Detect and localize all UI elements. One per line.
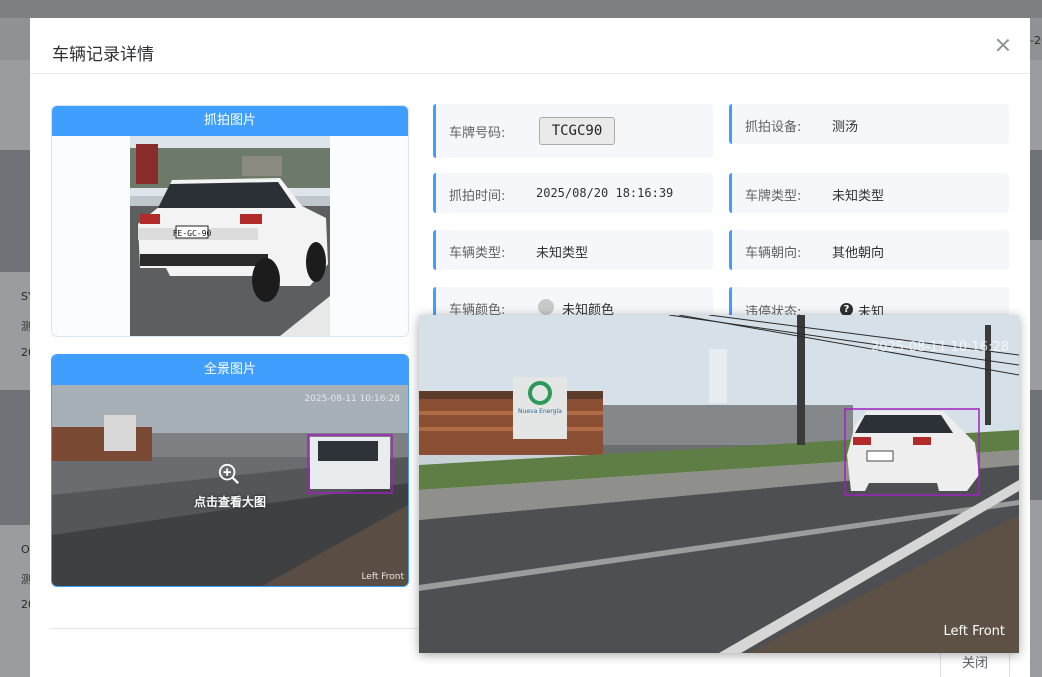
background-thumbnail: [0, 150, 30, 272]
zoom-timestamp: 2025-08-11 10:16:28: [871, 340, 1009, 355]
background-text: O: [21, 543, 30, 556]
dialog-title: 车辆记录详情: [52, 45, 154, 65]
capture-plate-text: FE-GC-90: [173, 229, 212, 238]
info-vehicle-direction: 车辆朝向: 其他朝向: [729, 230, 1009, 270]
background-thumbnail: [1030, 390, 1042, 500]
zoom-camera-label: Left Front: [944, 624, 1005, 639]
info-value: 其他朝向: [832, 246, 885, 261]
info-capture-time: 抓拍时间: 2025/08/20 18:16:39: [433, 173, 713, 213]
capture-photo-header: 抓拍图片: [52, 106, 408, 136]
color-swatch-icon: [538, 299, 554, 315]
info-label: 车牌号码:: [449, 126, 506, 141]
view-large-image-text: 点击查看大图: [193, 495, 266, 509]
info-vehicle-type: 车辆类型: 未知类型: [433, 230, 713, 270]
panorama-zoom-image: Nueva Energía 2025-08-11 10:16:28 Left F…: [419, 315, 1019, 653]
background-thumbnail: [0, 390, 30, 525]
info-plate-type: 车牌类型: 未知类型: [729, 173, 1009, 213]
info-label: 车辆朝向:: [745, 246, 802, 261]
dialog-header: 车辆记录详情: [30, 18, 1030, 74]
capture-photo-image[interactable]: FE-GC-90: [130, 136, 330, 336]
info-label: 抓拍设备:: [745, 120, 802, 135]
billboard-text: Nueva Energía: [518, 408, 562, 415]
info-label: 抓拍时间:: [449, 189, 506, 204]
info-plate-number: 车牌号码: TCGC90: [433, 104, 713, 158]
plate-number-badge: TCGC90: [539, 117, 615, 145]
info-label: 车辆类型:: [449, 246, 506, 261]
background-topbar: [0, 0, 1042, 18]
close-icon[interactable]: [996, 38, 1010, 52]
panorama-zoom-preview[interactable]: Nueva Energía 2025-08-11 10:16:28 Left F…: [419, 315, 1019, 653]
panorama-photo-header: 全景图片: [52, 355, 408, 385]
panorama-photo-card[interactable]: 全景图片 2025-08-11 10:16:28 Left Front 点击查看…: [51, 354, 409, 587]
info-value: 未知类型: [832, 189, 885, 204]
info-capture-device: 抓拍设备: 测汤: [729, 104, 1009, 144]
info-value: 测汤: [832, 120, 859, 135]
info-value: 未知类型: [536, 246, 589, 261]
background-text: -20: [1030, 34, 1042, 47]
background-thumbnail: [1030, 150, 1042, 240]
zoom-in-icon: [218, 463, 239, 484]
info-label: 车牌类型:: [745, 189, 802, 204]
info-value: 2025/08/20 18:16:39: [536, 186, 674, 200]
capture-photo-card[interactable]: 抓拍图片 FE-GC-90: [51, 105, 409, 337]
view-large-image-overlay[interactable]: 点击查看大图: [52, 385, 408, 585]
